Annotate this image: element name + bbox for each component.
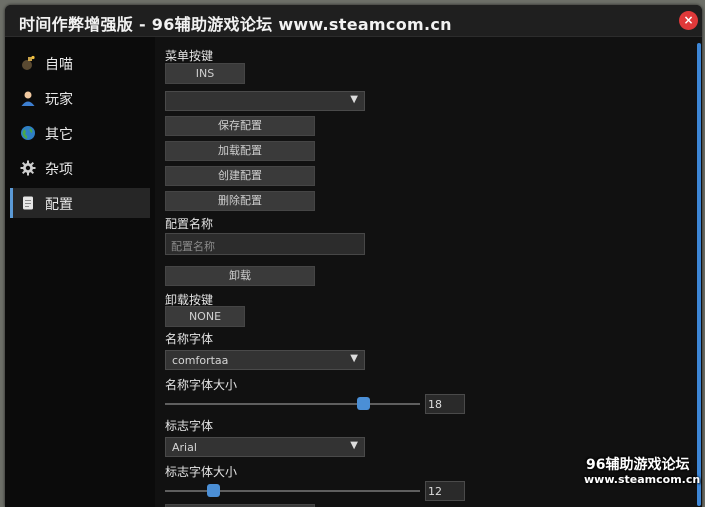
logo-font-label: 标志字体 [165,419,214,433]
watermark-title: 96辅助游戏论坛 [586,457,690,473]
title-bar: 时间作弊增强版 - 96辅助游戏论坛 www.steamcom.cn × [5,5,702,37]
delete-config-button[interactable]: 删除配置 [165,191,315,211]
sidebar-item-misc[interactable]: 杂项 [10,153,150,183]
logo-font-size-field[interactable]: 12 [425,481,465,501]
sidebar-item-players[interactable]: 玩家 [10,83,150,113]
sidebar-item-label: 其它 [45,127,73,143]
unload-key-button[interactable]: NONE [165,306,245,327]
logo-font-size-track[interactable] [165,490,420,492]
menu-key-label: 菜单按键 [165,49,214,63]
unload-button[interactable]: 卸载 [165,266,315,286]
sidebar-item-config[interactable]: 配置 [10,188,150,218]
name-font-value: comfortaa [172,354,229,367]
save-config-button[interactable]: 保存配置 [165,116,315,136]
close-button[interactable]: × [679,11,698,30]
chevron-down-icon: ▼ [350,353,358,364]
sidebar-item-label: 配置 [45,197,73,213]
chevron-down-icon: ▼ [350,440,358,451]
globe-icon [21,126,35,140]
name-font-size-field[interactable]: 18 [425,394,465,414]
load-config-button[interactable]: 加载配置 [165,141,315,161]
sidebar-item-aim[interactable]: 自喵 [10,48,150,78]
name-font-size-slider-handle[interactable] [357,397,371,410]
config-panel: 菜单按键 INS ▼ 保存配置 加载配置 创建配置 删除配置 配置名称 配置名称… [155,37,702,507]
config-select[interactable]: ▼ [165,91,365,111]
app-window: 时间作弊增强版 - 96辅助游戏论坛 www.steamcom.cn × 自喵 … [5,5,702,507]
logo-font-size-value: 12 [428,485,442,498]
name-font-size-value: 18 [428,398,442,411]
sidebar-item-other[interactable]: 其它 [10,118,150,148]
logo-font-select[interactable]: Arial ▼ [165,437,365,457]
logo-font-size-label: 标志字体大小 [165,465,238,479]
name-font-size-track[interactable] [165,403,420,405]
document-icon [23,196,33,210]
gear-icon [20,160,36,176]
chevron-down-icon: ▼ [350,94,358,105]
sidebar-item-label: 杂项 [45,162,73,178]
player-icon [21,91,35,106]
window-title: 时间作弊增强版 - 96辅助游戏论坛 www.steamcom.cn [19,15,452,34]
config-name-placeholder: 配置名称 [171,240,215,253]
bomb-icon [22,55,35,70]
config-name-label: 配置名称 [165,217,214,231]
scrollbar[interactable] [697,43,701,506]
name-font-size-label: 名称字体大小 [165,378,238,392]
menu-key-button[interactable]: INS [165,63,245,84]
logo-font-size-slider-handle[interactable] [206,484,220,497]
sidebar: 自喵 玩家 其它 杂项 配置 [5,37,155,507]
name-font-select[interactable]: comfortaa ▼ [165,350,365,370]
name-font-label: 名称字体 [165,332,214,346]
logo-font-value: Arial [172,441,197,454]
watermark-url: www.steamcom.cn [584,473,701,486]
create-config-button[interactable]: 创建配置 [165,166,315,186]
sidebar-item-label: 自喵 [45,57,73,73]
sidebar-item-label: 玩家 [45,92,73,108]
config-name-input[interactable]: 配置名称 [165,233,365,255]
